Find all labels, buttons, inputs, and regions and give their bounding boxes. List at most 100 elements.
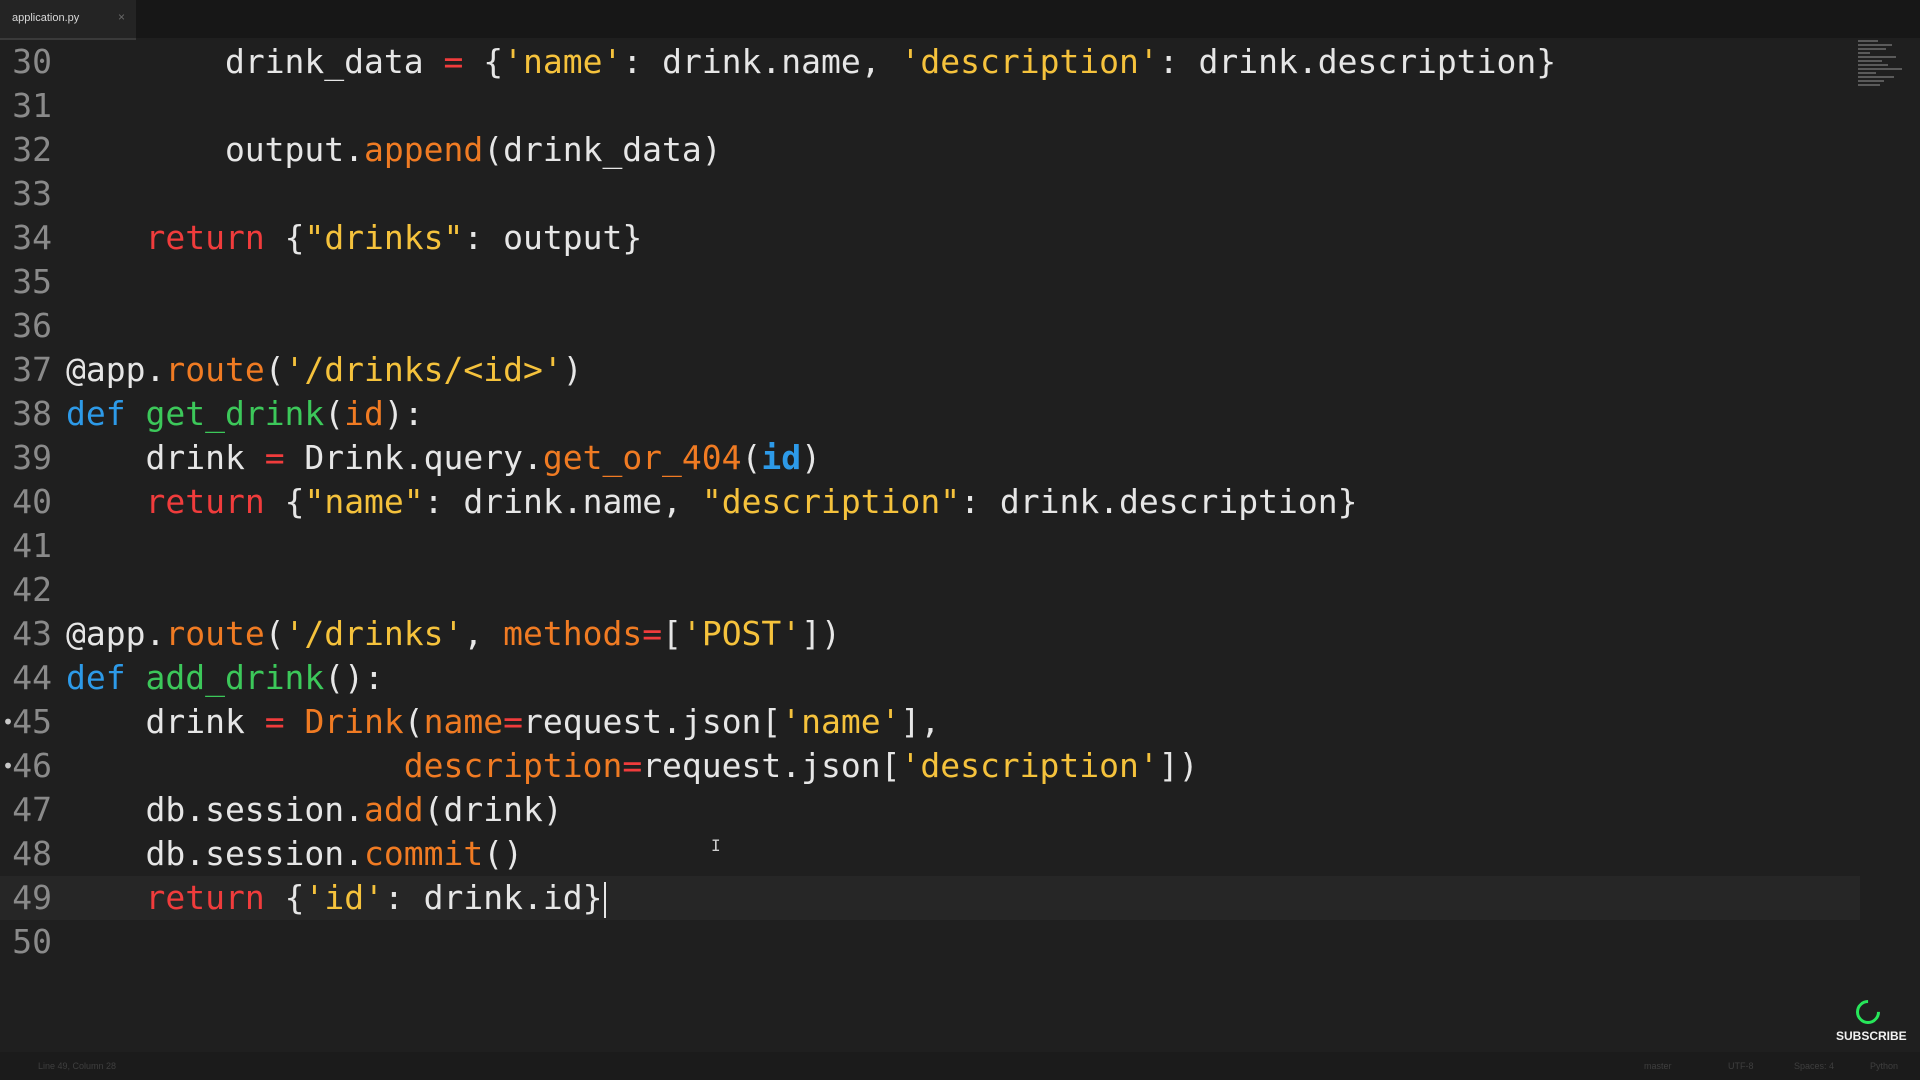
- code-line[interactable]: 45 • drink = Drink(name=request.json['nam…: [0, 700, 1860, 744]
- line-number: 48: [12, 834, 52, 873]
- code-line[interactable]: 37 @app.route('/drinks/<id>'): [0, 348, 1860, 392]
- close-icon[interactable]: ×: [118, 10, 125, 24]
- git-branch[interactable]: master: [1644, 1061, 1672, 1071]
- code-token: 'id': [304, 878, 384, 917]
- code-text: db.session.add(drink): [66, 788, 563, 832]
- encoding[interactable]: UTF-8: [1728, 1061, 1754, 1071]
- code-token: ]): [801, 614, 841, 653]
- line-number: 39: [12, 438, 52, 477]
- code-token: {: [463, 42, 504, 81]
- code-token: db.session.: [66, 834, 365, 873]
- code-line[interactable]: 34 return {"drinks": output}: [0, 216, 1860, 260]
- code-token: get_drink: [145, 394, 325, 433]
- code-token: output.: [66, 130, 365, 169]
- code-line[interactable]: 39 drink = Drink.query.get_or_404(id): [0, 436, 1860, 480]
- code-line[interactable]: 36: [0, 304, 1860, 348]
- line-number: 36: [12, 306, 52, 345]
- code-token: =: [622, 746, 643, 785]
- code-token: return: [145, 218, 265, 257]
- subscribe-overlay[interactable]: SUBSCRIBE: [1836, 995, 1907, 1054]
- code-text: drink = Drink.query.get_or_404(id): [66, 436, 821, 480]
- code-text: drink_data = {'name': drink.name, 'descr…: [66, 40, 1556, 84]
- code-token: add_drink: [145, 658, 325, 697]
- line-number: 38: [12, 394, 52, 433]
- code-token: : drink.name,: [423, 482, 702, 521]
- code-token: (: [264, 614, 285, 653]
- code-line[interactable]: 44 def add_drink():: [0, 656, 1860, 700]
- text-cursor-icon: I: [711, 836, 721, 855]
- code-token: {: [264, 878, 305, 917]
- code-token: =: [503, 702, 524, 741]
- code-token: : drink.description}: [1158, 42, 1557, 81]
- code-token: ): [562, 350, 583, 389]
- code-token: description: [403, 746, 623, 785]
- code-line[interactable]: 48 db.session.commit(): [0, 832, 1860, 876]
- code-line[interactable]: 43 @app.route('/drinks', methods=['POST']…: [0, 612, 1860, 656]
- tab-label: application.py: [12, 12, 80, 24]
- code-token: 'description': [900, 746, 1159, 785]
- code-line[interactable]: 35: [0, 260, 1860, 304]
- code-line[interactable]: 47 db.session.add(drink): [0, 788, 1860, 832]
- caret: [604, 881, 607, 918]
- code-token: id: [344, 394, 384, 433]
- cursor-position: Line 49, Column 28: [38, 1061, 117, 1071]
- status-bar: Line 49, Column 28 master UTF-8 Spaces: …: [0, 1052, 1920, 1080]
- line-number: 43: [12, 614, 52, 653]
- code-token: @app.: [66, 614, 166, 653]
- code-token: route: [165, 350, 265, 389]
- code-line[interactable]: 31: [0, 84, 1860, 128]
- code-token: append: [364, 130, 484, 169]
- code-text: return {'id': drink.id}: [66, 876, 607, 920]
- line-number: 50: [12, 922, 52, 961]
- code-token: =: [264, 438, 285, 477]
- code-line[interactable]: 49 return {'id': drink.id}: [0, 876, 1860, 920]
- code-token: request.json[: [523, 702, 782, 741]
- code-line[interactable]: 40 return {"name": drink.name, "descript…: [0, 480, 1860, 524]
- line-number: 40: [12, 482, 52, 521]
- code-text: def get_drink(id):: [66, 392, 424, 436]
- code-token: ): [801, 438, 822, 477]
- code-token: 'name': [781, 702, 901, 741]
- code-line[interactable]: 38 def get_drink(id):: [0, 392, 1860, 436]
- indentation[interactable]: Spaces: 4: [1794, 1061, 1834, 1071]
- code-line[interactable]: 42: [0, 568, 1860, 612]
- code-editor[interactable]: 30 drink_data = {'name': drink.name, 'de…: [0, 32, 1860, 992]
- code-text: db.session.commit(): [66, 832, 523, 876]
- code-token: =: [264, 702, 285, 741]
- code-token: name: [423, 702, 504, 741]
- minimap[interactable]: [1858, 38, 1914, 118]
- code-token: def: [66, 658, 126, 697]
- code-token: return: [145, 482, 265, 521]
- code-token: ):: [383, 394, 424, 433]
- code-token: 'name': [503, 42, 623, 81]
- code-text: output.append(drink_data): [66, 128, 722, 172]
- code-token: drink: [66, 702, 265, 741]
- code-token: "drinks": [304, 218, 464, 257]
- line-number: 37: [12, 350, 52, 389]
- code-token: drink: [66, 438, 265, 477]
- code-line[interactable]: 32 output.append(drink_data): [0, 128, 1860, 172]
- code-line[interactable]: 50: [0, 920, 1860, 964]
- code-token: Drink: [304, 702, 404, 741]
- code-token: ]): [1158, 746, 1199, 785]
- code-line[interactable]: 33: [0, 172, 1860, 216]
- line-number: 35: [12, 262, 52, 301]
- syntax-mode[interactable]: Python: [1870, 1061, 1898, 1071]
- code-token: ():: [324, 658, 384, 697]
- code-token: : drink.name,: [622, 42, 901, 81]
- code-line[interactable]: 41: [0, 524, 1860, 568]
- code-token: route: [165, 614, 265, 653]
- code-token: get_or_404: [542, 438, 742, 477]
- code-token: =: [642, 614, 663, 653]
- code-token: (drink): [423, 790, 563, 829]
- code-line[interactable]: 46 • description=request.json['descriptio…: [0, 744, 1860, 788]
- code-line[interactable]: 30 drink_data = {'name': drink.name, 'de…: [0, 40, 1860, 84]
- code-token: (: [741, 438, 762, 477]
- code-token: {: [264, 482, 305, 521]
- code-token: (: [264, 350, 285, 389]
- code-text: def add_drink():: [66, 656, 384, 700]
